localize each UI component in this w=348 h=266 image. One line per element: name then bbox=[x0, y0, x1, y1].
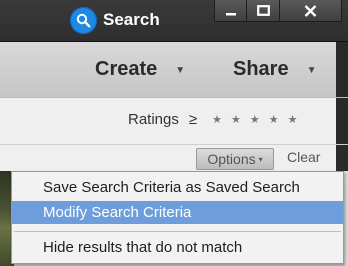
close-icon bbox=[304, 4, 317, 17]
minimize-button[interactable] bbox=[214, 0, 247, 22]
panel-edge bbox=[336, 42, 348, 97]
close-button[interactable] bbox=[280, 0, 342, 22]
menu-item-hide-nonmatching[interactable]: Hide results that do not match bbox=[12, 236, 343, 259]
ratings-filter: Ratings ≥ ★ ★ ★ ★ ★ bbox=[128, 111, 297, 128]
panel-edge bbox=[336, 145, 348, 171]
options-label: Options bbox=[207, 151, 256, 167]
comparator-toggle[interactable]: ≥ bbox=[189, 111, 197, 128]
panel-edge bbox=[336, 98, 348, 144]
search-label: Search bbox=[103, 10, 160, 29]
chevron-down-icon: ▾ bbox=[258, 154, 263, 164]
create-button[interactable]: Create ▼ bbox=[95, 58, 185, 81]
star-icon[interactable]: ★ bbox=[231, 113, 241, 126]
share-label: Share bbox=[233, 58, 289, 80]
menu-item-save-search[interactable]: Save Search Criteria as Saved Search bbox=[12, 176, 343, 199]
star-icon[interactable]: ★ bbox=[269, 113, 279, 126]
clear-button[interactable]: Clear bbox=[287, 149, 320, 165]
chevron-down-icon: ▼ bbox=[175, 65, 186, 76]
maximize-button[interactable] bbox=[247, 0, 280, 22]
title-bar: Search bbox=[0, 0, 348, 41]
star-icon[interactable]: ★ bbox=[250, 113, 260, 126]
search-button[interactable]: Search bbox=[70, 6, 160, 34]
options-menu: Save Search Criteria as Saved Search Mod… bbox=[11, 171, 344, 264]
options-row: Options ▾ Clear bbox=[0, 145, 348, 171]
maximize-icon bbox=[256, 5, 270, 16]
share-button[interactable]: Share ▼ bbox=[233, 58, 317, 81]
filter-bar: Ratings ≥ ★ ★ ★ ★ ★ bbox=[0, 97, 348, 145]
star-icon[interactable]: ★ bbox=[288, 113, 298, 126]
star-icon[interactable]: ★ bbox=[212, 113, 222, 126]
window-controls bbox=[214, 0, 342, 22]
menu-separator bbox=[14, 231, 341, 232]
chevron-down-icon: ▼ bbox=[306, 65, 317, 76]
action-bar: Create ▼ Share ▼ bbox=[0, 41, 348, 97]
ratings-label: Ratings bbox=[128, 111, 179, 128]
options-button[interactable]: Options ▾ bbox=[196, 148, 274, 170]
minimize-icon bbox=[225, 12, 236, 15]
search-icon bbox=[70, 6, 97, 34]
menu-item-modify-search[interactable]: Modify Search Criteria bbox=[12, 201, 343, 224]
create-label: Create bbox=[95, 58, 158, 80]
